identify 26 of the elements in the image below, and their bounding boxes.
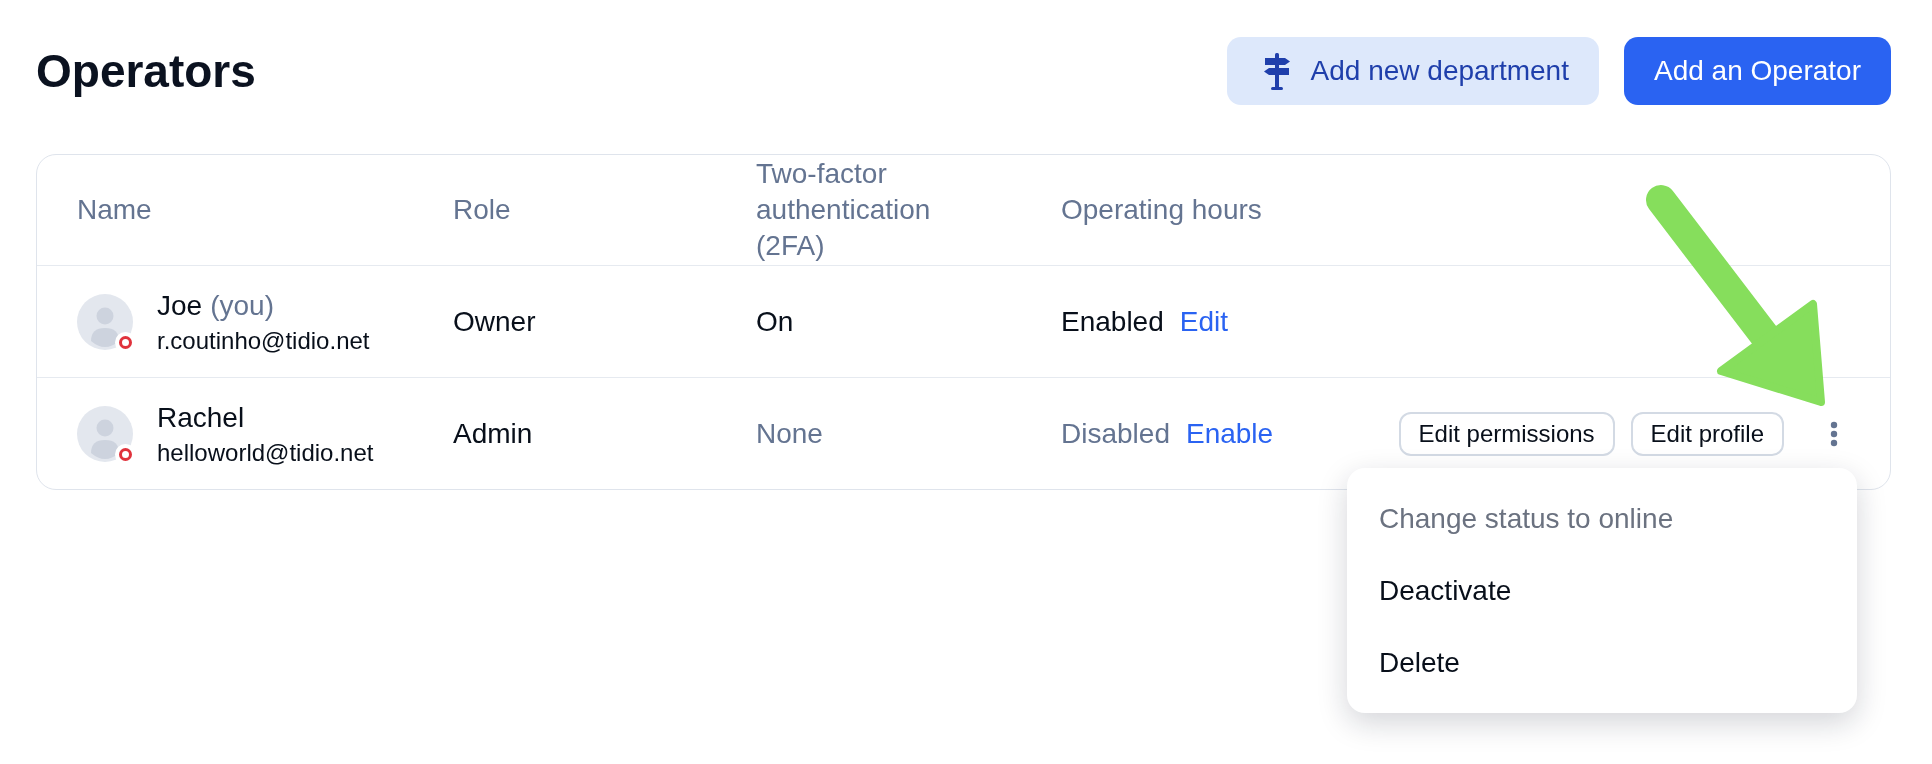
operating-hours-status: Disabled bbox=[1061, 416, 1170, 451]
column-header: Operating hours bbox=[1061, 193, 1262, 227]
operator-email: helloworld@tidio.net bbox=[157, 437, 374, 468]
operator-email: r.coutinho@tidio.net bbox=[157, 325, 370, 356]
column-header: Two-factor authentication (2FA) bbox=[756, 157, 932, 263]
two-factor-status: On bbox=[756, 304, 794, 339]
two-factor-status: None bbox=[756, 416, 823, 451]
menu-item[interactable]: Delete bbox=[1347, 627, 1857, 699]
you-tag: (you) bbox=[210, 287, 274, 324]
edit-permissions-button[interactable]: Edit permissions bbox=[1398, 411, 1615, 456]
menu-item[interactable]: Deactivate bbox=[1347, 555, 1857, 627]
column-header: Name bbox=[77, 193, 152, 227]
add-operator-button[interactable]: Add an Operator bbox=[1623, 37, 1891, 105]
operator-name: Rachel bbox=[157, 400, 245, 435]
add-department-button[interactable]: Add new department bbox=[1226, 37, 1599, 105]
operating-hours-status: Enabled bbox=[1061, 304, 1164, 339]
avatar-icon bbox=[77, 293, 133, 350]
role-cell-text: Admin bbox=[453, 416, 533, 451]
column-header: Role bbox=[453, 193, 511, 227]
operating-hours-link[interactable]: Edit bbox=[1179, 300, 1228, 343]
operator-name: Joe bbox=[157, 288, 203, 323]
edit-profile-button[interactable]: Edit profile bbox=[1630, 411, 1784, 456]
operating-hours-link[interactable]: Enable bbox=[1185, 412, 1274, 455]
vertical-dots-icon bbox=[1830, 420, 1838, 447]
role-cell-text: Owner bbox=[453, 304, 536, 339]
avatar-icon bbox=[77, 405, 133, 462]
